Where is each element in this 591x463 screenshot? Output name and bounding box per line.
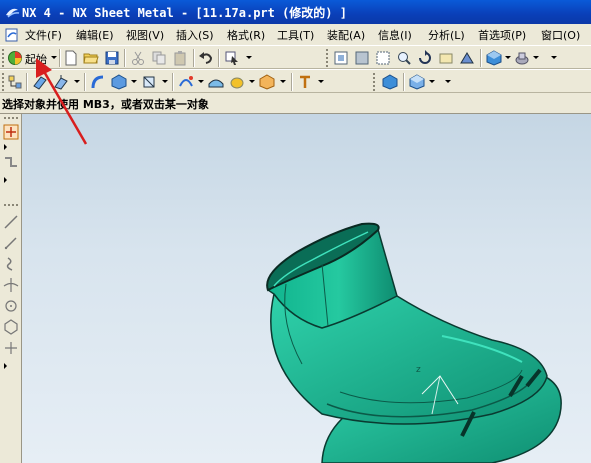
spline-icon[interactable] [3, 256, 19, 272]
chevron-down-icon[interactable] [533, 56, 539, 59]
chevron-down-icon[interactable] [131, 80, 137, 83]
assembly-navigator-icon[interactable] [7, 74, 23, 90]
toolbar-separator [84, 73, 86, 91]
datum-plane-icon[interactable] [141, 74, 157, 90]
chevron-down-icon[interactable] [162, 80, 168, 83]
sheet-metal-model[interactable]: z [22, 114, 591, 463]
menu-format[interactable]: 格式(R) [227, 27, 265, 43]
chevron-down-icon[interactable] [280, 80, 286, 83]
chevron-down-icon[interactable] [198, 80, 204, 83]
menu-preferences[interactable]: 首选项(P) [478, 27, 526, 43]
zoom-window-icon[interactable] [354, 50, 370, 66]
toolbar-grip[interactable] [326, 49, 328, 67]
chevron-down-icon[interactable] [505, 56, 511, 59]
menu-window[interactable]: 窗口(O) [541, 27, 580, 43]
window-title: NX 4 - NX Sheet Metal - [11.17a.prt (修改的… [22, 6, 347, 20]
menu-bar: 文件(F) 编辑(E) 视图(V) 插入(S) 格式(R) 工具(T) 装配(A… [0, 24, 591, 45]
part-navigator-icon[interactable] [382, 74, 398, 90]
line-icon[interactable] [3, 214, 19, 230]
menu-view[interactable]: 视图(V) [126, 27, 164, 43]
toolbar-grip[interactable] [4, 204, 18, 206]
feature-toolbar [0, 69, 591, 93]
nx-app-icon[interactable] [4, 4, 20, 20]
chevron-down-icon[interactable] [246, 56, 252, 59]
toolbar-separator [59, 49, 61, 67]
toolbar-grip[interactable] [4, 117, 18, 119]
toolbar-separator [291, 73, 293, 91]
menu-insert[interactable]: 插入(S) [176, 27, 214, 43]
render-style-icon[interactable] [486, 50, 502, 66]
toolbar-separator [124, 49, 126, 67]
undo-icon[interactable] [198, 50, 214, 66]
copy-icon[interactable] [151, 50, 167, 66]
menu-edit[interactable]: 编辑(E) [76, 27, 114, 43]
arc-icon[interactable] [3, 235, 19, 251]
save-icon[interactable] [104, 50, 120, 66]
polygon-icon[interactable] [3, 319, 19, 335]
new-file-icon[interactable] [63, 50, 79, 66]
chevron-down-icon[interactable] [74, 80, 80, 83]
standard-toolbar: 起始 [0, 45, 591, 69]
toolbar-separator [172, 73, 174, 91]
open-folder-icon[interactable] [83, 50, 99, 66]
toolbar-separator [403, 73, 405, 91]
toolbar-separator [480, 49, 482, 67]
paste-icon[interactable] [172, 50, 188, 66]
blend-icon[interactable] [229, 74, 245, 90]
perspective-icon[interactable] [459, 50, 475, 66]
toolbar-grip[interactable] [373, 73, 375, 91]
tab-feature-icon[interactable] [32, 74, 48, 90]
cue-line-text: 选择对象并使用 MB3，或者双击某一对象 [2, 98, 209, 111]
cut-icon[interactable] [130, 50, 146, 66]
bend-icon[interactable] [90, 74, 106, 90]
toolbar-grip[interactable] [2, 49, 4, 67]
view-orient-icon[interactable] [514, 50, 530, 66]
chevron-right-icon[interactable] [4, 177, 7, 183]
toolbar-grip[interactable] [2, 73, 4, 91]
chevron-down-icon[interactable] [51, 56, 57, 59]
menu-tools[interactable]: 工具(T) [277, 27, 314, 43]
render-mode-icon[interactable] [409, 74, 425, 90]
menu-information[interactable]: 信息(I) [378, 27, 412, 43]
surface-icon[interactable] [208, 74, 224, 90]
menu-file[interactable]: 文件(F) [25, 27, 62, 43]
toolbar-separator [193, 49, 195, 67]
zoom-icon[interactable] [396, 50, 412, 66]
chevron-down-icon[interactable] [249, 80, 255, 83]
curve-icon[interactable] [178, 74, 194, 90]
shell-icon[interactable] [259, 74, 275, 90]
zoom-region-icon[interactable] [375, 50, 391, 66]
menu-analysis[interactable]: 分析(L) [428, 27, 465, 43]
start-button[interactable]: 起始 [25, 51, 47, 67]
point-icon[interactable] [3, 340, 19, 356]
fit-view-icon[interactable] [333, 50, 349, 66]
rotate-icon[interactable] [417, 50, 433, 66]
fillet-icon[interactable] [3, 277, 19, 293]
toolbar-separator [26, 73, 28, 91]
chevron-right-icon[interactable] [4, 363, 7, 369]
toolbar-separator [218, 49, 220, 67]
sketch-profile-icon[interactable] [3, 154, 19, 170]
chevron-right-icon[interactable] [4, 144, 7, 150]
title-bar: NX 4 - NX Sheet Metal - [11.17a.prt (修改的… [0, 0, 591, 24]
text-note-icon[interactable] [297, 74, 313, 90]
graphics-window[interactable]: z [22, 114, 591, 463]
cue-line: 选择对象并使用 MB3，或者双击某一对象 [0, 93, 591, 114]
start-icon[interactable] [7, 50, 23, 66]
axis-label: z [416, 365, 421, 375]
chevron-down-icon[interactable] [551, 56, 557, 59]
left-toolbar [0, 114, 22, 463]
chevron-down-icon[interactable] [318, 80, 324, 83]
solid-body-icon[interactable] [111, 74, 127, 90]
chevron-down-icon[interactable] [445, 80, 451, 83]
circle-icon[interactable] [3, 298, 19, 314]
selection-filter-icon[interactable] [224, 50, 240, 66]
document-icon[interactable] [4, 27, 20, 43]
select-point-icon[interactable] [3, 124, 19, 140]
flange-icon[interactable] [53, 74, 69, 90]
chevron-down-icon[interactable] [429, 80, 435, 83]
menu-assembly[interactable]: 装配(A) [327, 27, 365, 43]
pan-icon[interactable] [438, 50, 454, 66]
